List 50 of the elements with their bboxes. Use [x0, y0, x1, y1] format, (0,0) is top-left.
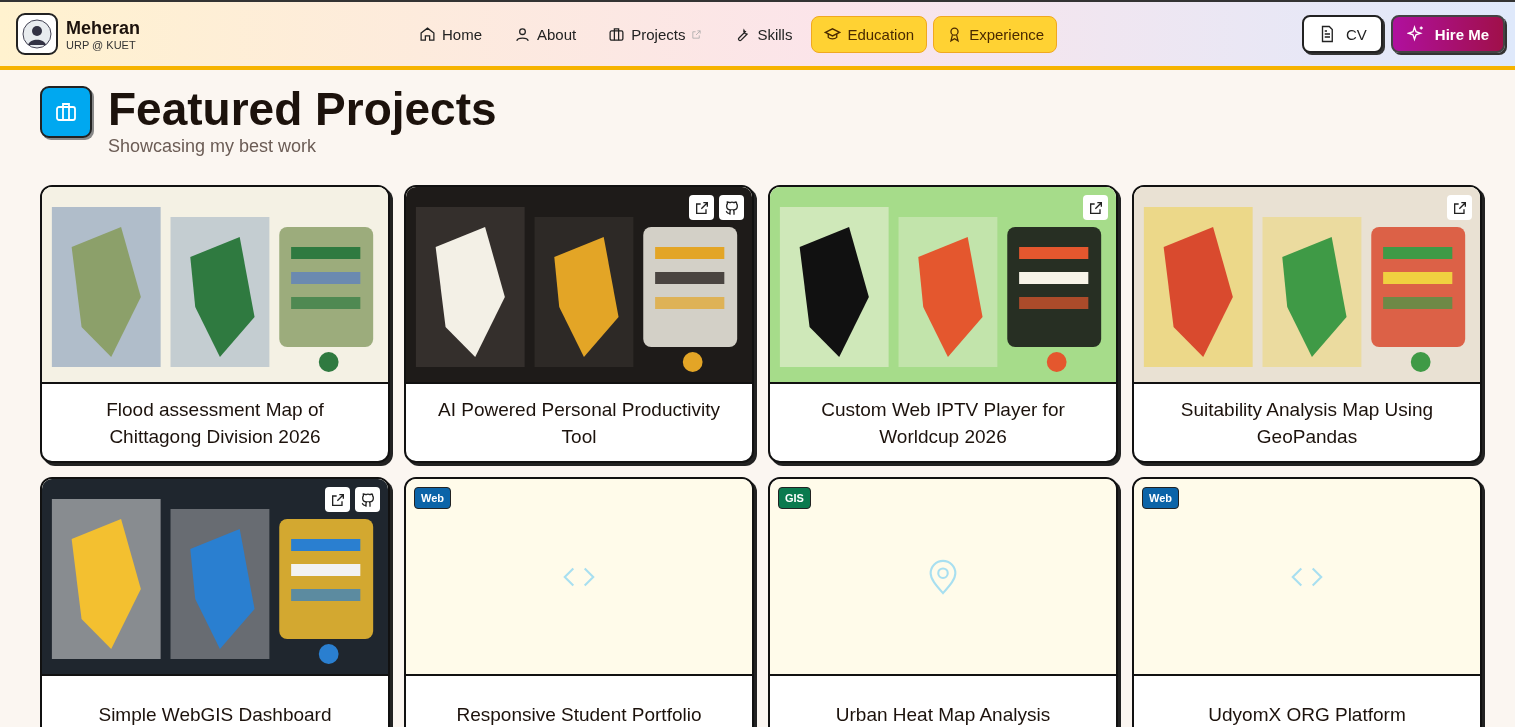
nav-link[interactable]: About: [501, 15, 590, 53]
brand-name: Meheran: [66, 17, 141, 39]
nav-link[interactable]: Skills: [721, 15, 806, 53]
nav-icon: [514, 25, 531, 43]
avatar: [16, 13, 58, 55]
external-link-button[interactable]: [1447, 195, 1472, 220]
category-tag: Web: [1142, 487, 1180, 509]
repository-button[interactable]: [719, 195, 744, 220]
category-tag: Web: [414, 487, 452, 509]
cat-logo-icon: [359, 491, 376, 508]
project-card[interactable]: Custom Web IPTV Player for Worldcup 2026: [768, 185, 1118, 463]
project-card[interactable]: AI Powered Personal Productivity Tool: [404, 185, 754, 463]
nav-icon: [824, 25, 842, 43]
project-title: Urban Heat Map Analysis: [834, 703, 1052, 727]
nav-link[interactable]: Home: [406, 15, 495, 53]
project-title: Simple WebGIS Dashboard: [97, 703, 333, 727]
project-title: AI Powered Personal Productivity Tool: [437, 397, 721, 449]
nav-icon: [419, 25, 436, 43]
sparkle-icon: [1406, 25, 1425, 43]
brand-subtitle: URP @ KUET: [66, 38, 137, 51]
project-title: Flood assessment Map of Chittagong Division 2026: [105, 397, 325, 449]
project-title: Custom Web IPTV Player for Worldcup 2026: [820, 397, 1066, 449]
project-card[interactable]: Suitability Analysis Map Using GeoPandas: [1132, 185, 1482, 463]
external-link-icon: [1087, 199, 1104, 216]
repository-button[interactable]: [355, 487, 380, 512]
external-link-icon: [693, 199, 710, 216]
section-subtitle: Showcasing my best work: [108, 136, 318, 157]
project-card[interactable]: Web UdyomX ORG Platform: [1132, 477, 1482, 727]
cv-button[interactable]: CV: [1301, 15, 1383, 53]
hire-button[interactable]: Hire Me: [1390, 15, 1505, 53]
project-title: Responsive Student Portfolio: [455, 703, 703, 727]
section-title: Featured Projects: [108, 84, 497, 134]
project-card[interactable]: Web Responsive Student Portfolio: [404, 477, 754, 727]
external-link-button[interactable]: [689, 195, 714, 220]
nav-link[interactable]: Experience: [933, 15, 1058, 53]
nav-icon: [608, 25, 626, 43]
project-title: UdyomX ORG Platform: [1207, 703, 1407, 727]
project-card[interactable]: Flood assessment Map of Chittagong Division 2026: [40, 185, 390, 463]
project-card[interactable]: GIS Urban Heat Map Analysis: [768, 477, 1118, 727]
project-card[interactable]: Simple WebGIS Dashboard: [40, 477, 390, 727]
nav-link[interactable]: Projects: [595, 15, 716, 53]
category-tag: GIS: [778, 487, 811, 509]
external-link-button[interactable]: [1083, 195, 1108, 220]
external-link-button[interactable]: [325, 487, 350, 512]
external-link-icon: [329, 491, 346, 508]
external-link-icon: [1451, 199, 1468, 216]
nav-link[interactable]: Education: [811, 15, 928, 53]
project-title: Suitability Analysis Map Using GeoPandas: [1179, 397, 1435, 449]
briefcase-icon: [40, 86, 92, 138]
cat-logo-icon: [723, 199, 740, 216]
